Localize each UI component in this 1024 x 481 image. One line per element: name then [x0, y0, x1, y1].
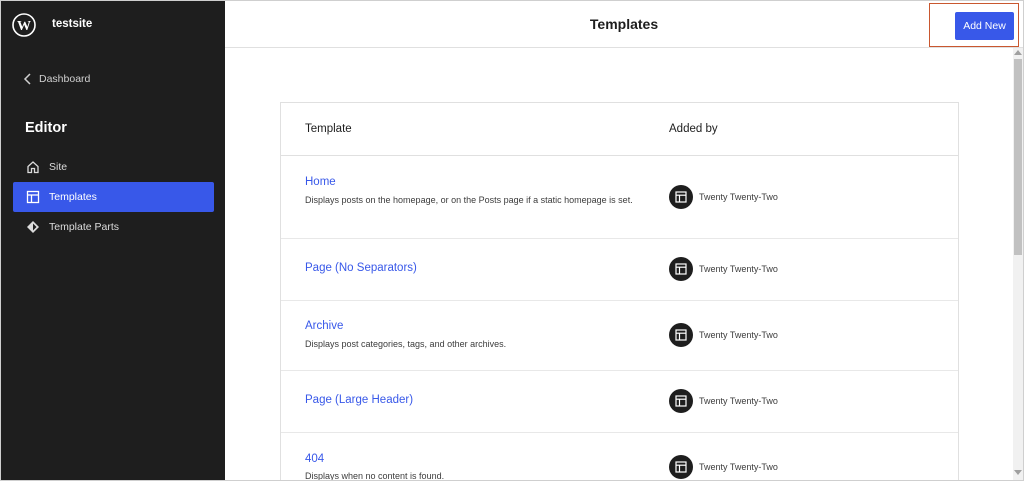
sidebar-section-title: Editor — [25, 120, 67, 136]
table-row: Archive Displays post categories, tags, … — [281, 301, 958, 371]
template-name-link[interactable]: Page (Large Header) — [305, 394, 413, 406]
template-description: Displays when no content is found. — [305, 471, 445, 481]
table-row: Home Displays posts on the homepage, or … — [281, 156, 958, 239]
added-by: Twenty Twenty-Two — [669, 257, 778, 281]
added-by: Twenty Twenty-Two — [669, 185, 778, 209]
dashboard-back-link[interactable]: Dashboard — [23, 71, 90, 87]
author-name: Twenty Twenty-Two — [699, 264, 778, 274]
template-name-link[interactable]: Home — [305, 176, 336, 188]
templates-table: Template Added by Home Displays posts on… — [280, 102, 959, 481]
author-name: Twenty Twenty-Two — [699, 462, 778, 472]
table-row: Page (Large Header) Twenty Twenty-Two — [281, 371, 958, 433]
author-name: Twenty Twenty-Two — [699, 192, 778, 202]
sidebar-item-templates[interactable]: Templates — [13, 182, 214, 212]
template-description: Displays posts on the homepage, or on th… — [305, 195, 633, 205]
layout-icon — [669, 389, 693, 413]
column-header-template: Template — [305, 123, 352, 135]
template-description: Displays post categories, tags, and othe… — [305, 339, 507, 349]
scroll-down-arrow-icon[interactable] — [1014, 470, 1022, 475]
svg-text:W: W — [17, 19, 31, 34]
template-name-link[interactable]: 404 — [305, 453, 324, 465]
scrollbar-thumb[interactable] — [1014, 59, 1022, 255]
header: Templates Add New — [225, 1, 1023, 48]
chevron-left-icon — [23, 73, 31, 85]
diamond-icon — [25, 219, 41, 235]
added-by: Twenty Twenty-Two — [669, 323, 778, 347]
scroll-up-arrow-icon[interactable] — [1014, 50, 1022, 55]
sidebar-item-label: Templates — [49, 191, 97, 203]
layout-icon — [669, 455, 693, 479]
wordpress-logo-icon[interactable]: W — [12, 13, 36, 37]
template-name-link[interactable]: Page (No Separators) — [305, 262, 417, 274]
highlight-box: Add New — [929, 3, 1019, 47]
add-new-button[interactable]: Add New — [955, 12, 1014, 40]
table-row: Page (No Separators) Twenty Twenty-Two — [281, 239, 958, 301]
column-header-added-by: Added by — [669, 123, 718, 135]
sidebar-item-label: Template Parts — [49, 221, 120, 233]
sidebar: W testsite Dashboard Editor Site Templat… — [1, 1, 225, 480]
table-row: 404 Displays when no content is found. T… — [281, 433, 958, 481]
added-by: Twenty Twenty-Two — [669, 455, 778, 479]
author-name: Twenty Twenty-Two — [699, 396, 778, 406]
site-name: testsite — [52, 18, 93, 30]
page-title: Templates — [589, 16, 659, 32]
layout-icon — [669, 323, 693, 347]
template-name-link[interactable]: Archive — [305, 320, 343, 332]
home-icon — [25, 159, 41, 175]
site-header[interactable]: W testsite — [1, 1, 225, 49]
sidebar-item-template-parts[interactable]: Template Parts — [13, 212, 214, 242]
layout-icon — [669, 185, 693, 209]
added-by: Twenty Twenty-Two — [669, 389, 778, 413]
sidebar-item-label: Site — [49, 161, 68, 173]
layout-icon — [25, 189, 41, 205]
layout-icon — [669, 257, 693, 281]
editor-window: W testsite Dashboard Editor Site Templat… — [0, 0, 1024, 481]
sidebar-item-site[interactable]: Site — [13, 152, 214, 182]
dashboard-label: Dashboard — [39, 73, 91, 85]
author-name: Twenty Twenty-Two — [699, 330, 778, 340]
sidebar-nav: Site Templates Template Parts — [13, 152, 214, 242]
